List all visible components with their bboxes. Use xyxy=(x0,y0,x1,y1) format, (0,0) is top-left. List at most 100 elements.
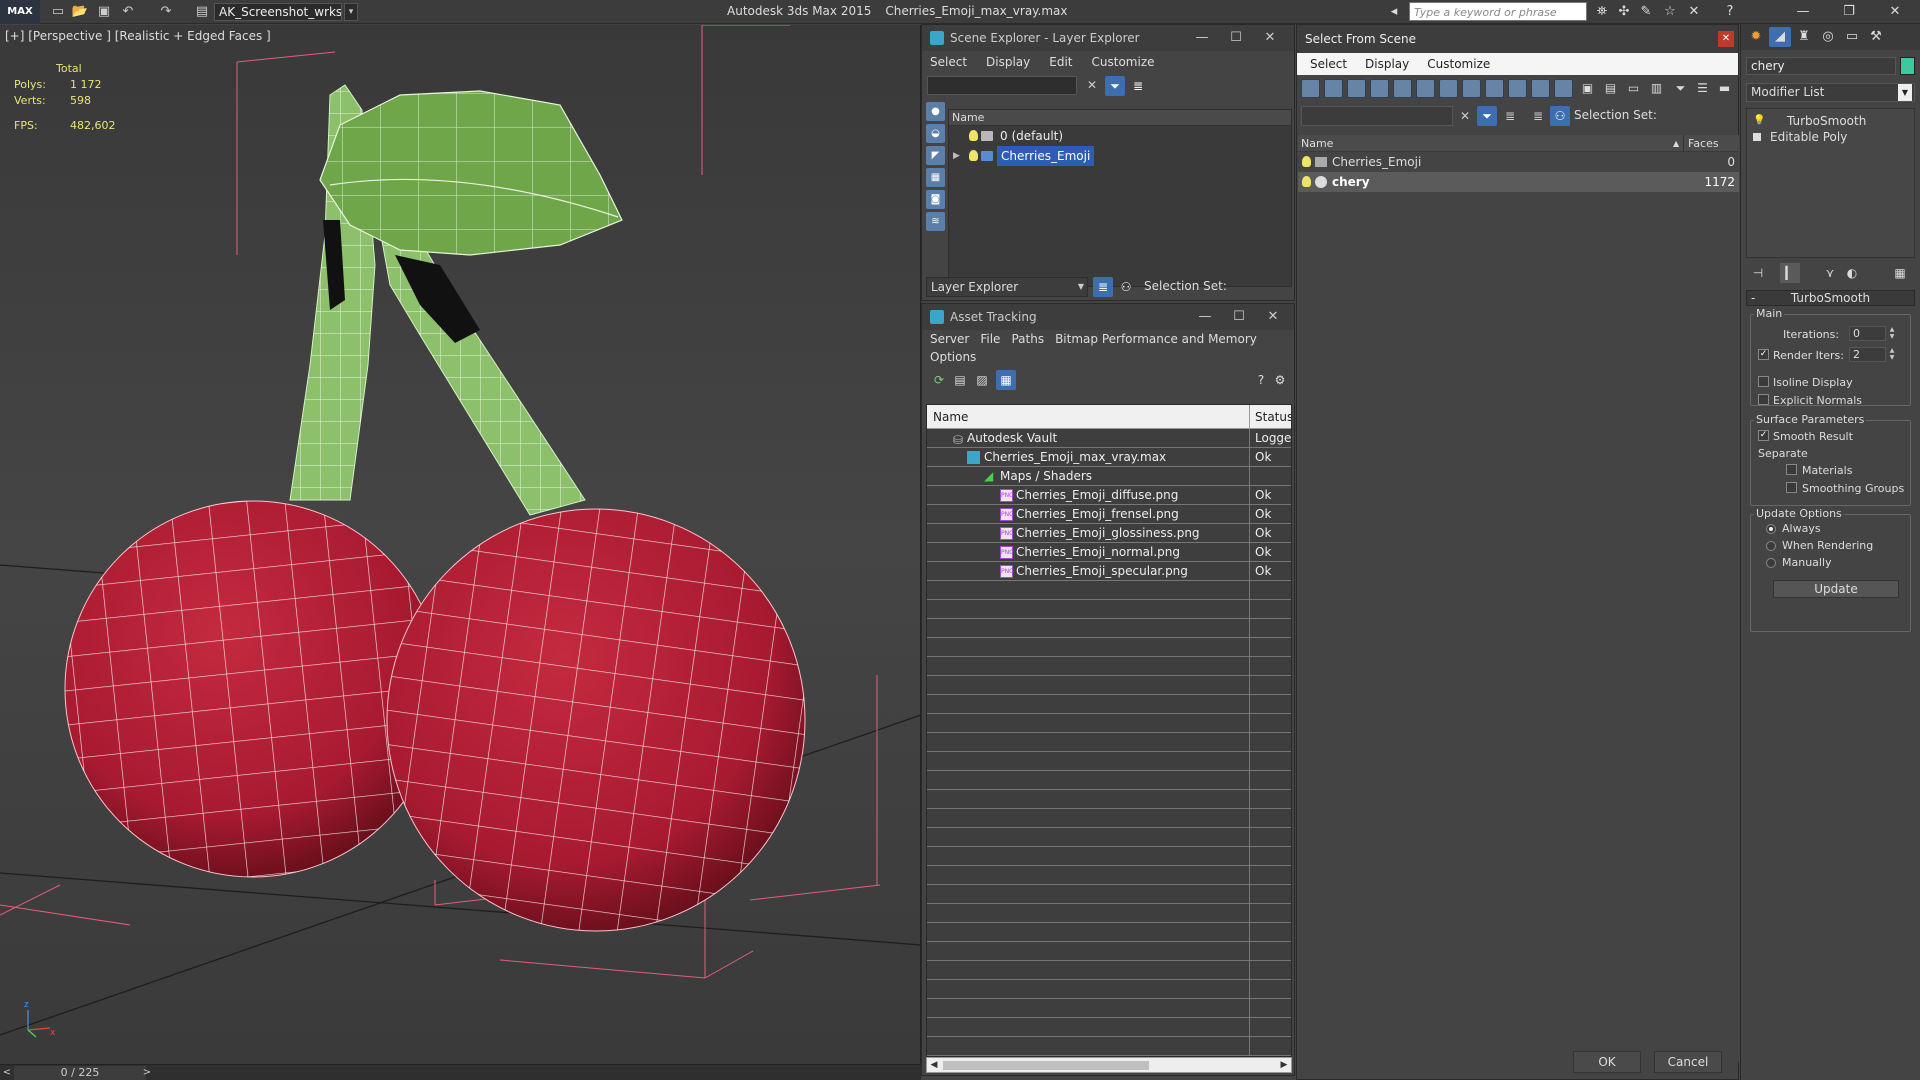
at-status-column[interactable]: Status xyxy=(1249,405,1291,429)
utilities-tab-icon[interactable]: ⚒ xyxy=(1865,27,1887,47)
asset-horizontal-scrollbar[interactable]: ◀ ▶ xyxy=(926,1057,1292,1073)
search-input[interactable]: Type a keyword or phrase xyxy=(1409,2,1587,21)
layer-explorer-titlebar[interactable]: Scene Explorer - Layer Explorer — ☐ ✕ xyxy=(922,25,1294,51)
motion-tab-icon[interactable]: ◎ xyxy=(1817,27,1839,47)
asset-row[interactable]: PNG Cherries_Emoji_glossiness.png Ok xyxy=(927,524,1291,543)
ss-layers-icon[interactable]: ≣ xyxy=(1500,106,1520,126)
ss-filter-toggle-icon[interactable]: ⏷ xyxy=(1477,106,1497,126)
update-when-rendering-radio[interactable] xyxy=(1766,541,1776,551)
hierarchy-icon[interactable]: ⚇ xyxy=(1116,277,1136,297)
hierarchy-tab-icon[interactable]: ♜ xyxy=(1793,27,1815,47)
modifier-list-select[interactable]: Modifier List ▼ xyxy=(1746,83,1915,102)
at-help-icon[interactable]: ? xyxy=(1251,370,1271,390)
light-bulb-icon[interactable] xyxy=(1302,156,1311,167)
exchange-icon[interactable]: ✕ xyxy=(1684,3,1704,21)
close-icon[interactable]: ✕ xyxy=(1876,0,1914,24)
light-bulb-icon[interactable] xyxy=(969,150,978,161)
cancel-button[interactable]: Cancel xyxy=(1654,1051,1722,1073)
asset-row[interactable]: PNG Cherries_Emoji_normal.png Ok xyxy=(927,543,1291,562)
rollout-header[interactable]: - TurboSmooth xyxy=(1746,290,1915,306)
ss-close-icon[interactable]: ✕ xyxy=(1718,31,1734,47)
display-geometry-icon[interactable] xyxy=(1301,79,1320,98)
favorites-star-icon[interactable]: ☆ xyxy=(1660,3,1680,21)
scrollbar-thumb[interactable] xyxy=(943,1061,1149,1070)
layer-row-default[interactable]: 0 (default) xyxy=(949,126,1291,146)
display-helpers-icon[interactable] xyxy=(1393,79,1412,98)
time-next-button[interactable]: > xyxy=(140,1065,154,1080)
app-logo[interactable]: MAX xyxy=(0,0,40,24)
le-display-shapes-icon[interactable]: ◒ xyxy=(926,124,945,143)
iterations-spinner-arrows[interactable]: ▲ ▼ xyxy=(1887,326,1897,341)
create-tab-icon[interactable]: ✹ xyxy=(1745,27,1767,47)
save-file-icon[interactable]: ▣ xyxy=(94,3,114,21)
filter-icon[interactable]: ⏷ xyxy=(1672,79,1689,98)
collapse-rollout-icon[interactable]: - xyxy=(1751,291,1755,305)
list-view-icon[interactable]: ▤ xyxy=(950,370,970,390)
workspace-dropdown-icon[interactable]: ▾ xyxy=(344,3,358,21)
le-close-icon[interactable]: ✕ xyxy=(1248,25,1292,51)
display-spacewarps-icon[interactable] xyxy=(1416,79,1435,98)
select-all-icon[interactable]: ▤ xyxy=(1602,79,1619,98)
ss-object-row[interactable]: chery 1172 xyxy=(1298,172,1739,192)
ss-hierarchy-icon[interactable]: ⚇ xyxy=(1550,106,1570,126)
arrow-left-icon[interactable]: ◂ xyxy=(1384,3,1404,21)
le-display-cameras-icon[interactable]: ▦ xyxy=(926,168,945,187)
pin-stack-icon[interactable]: ⊣ xyxy=(1748,263,1768,283)
select-none-icon[interactable]: ▭ xyxy=(1625,79,1642,98)
asset-row[interactable]: PNG Cherries_Emoji_specular.png Ok xyxy=(927,562,1291,581)
ss-object-row[interactable]: Cherries_Emoji 0 xyxy=(1298,152,1739,172)
ss-menu-select[interactable]: Select xyxy=(1310,57,1347,71)
at-menu-server[interactable]: Server xyxy=(930,332,969,346)
ss-menu-display[interactable]: Display xyxy=(1365,57,1409,71)
le-filter-icon[interactable]: ⏷ xyxy=(1105,76,1125,96)
display-cameras-icon[interactable] xyxy=(1370,79,1389,98)
display-bones-icon[interactable] xyxy=(1485,79,1504,98)
display-lights-icon[interactable] xyxy=(1347,79,1366,98)
le-name-column[interactable]: Name xyxy=(949,110,1291,126)
collapse-icon[interactable]: ▬ xyxy=(1716,79,1733,98)
table-view-icon[interactable]: ▦ xyxy=(996,370,1016,390)
at-settings-icon[interactable]: ⚙ xyxy=(1270,370,1290,390)
asset-row[interactable]: ◢ Maps / Shaders xyxy=(927,467,1291,486)
render-iters-checkbox[interactable]: ✓ xyxy=(1758,349,1769,360)
at-menu-bitmap[interactable]: Bitmap Performance and Memory xyxy=(1055,332,1257,346)
asset-row[interactable]: PNG Cherries_Emoji_frensel.png Ok xyxy=(927,505,1291,524)
display-all-icon[interactable]: ▣ xyxy=(1579,79,1596,98)
stack-item-turbosmooth[interactable]: 💡 TurboSmooth xyxy=(1747,113,1914,129)
binoculars-icon[interactable]: ⛯ xyxy=(1592,3,1612,21)
project-folder-icon[interactable]: ▤ xyxy=(192,3,212,21)
le-display-lights-icon[interactable]: ◤ xyxy=(926,146,945,165)
remove-modifier-icon[interactable]: ◐ xyxy=(1842,263,1862,283)
ss-sort-layer-icon[interactable]: ≣ xyxy=(1528,106,1548,126)
stack-item-editable-poly[interactable]: Editable Poly xyxy=(1747,129,1914,145)
asset-row[interactable]: ⛁ Autodesk Vault Logged xyxy=(927,429,1291,448)
le-menu-edit[interactable]: Edit xyxy=(1049,55,1072,69)
isoline-display-checkbox[interactable] xyxy=(1758,376,1769,387)
time-slider[interactable]: < 0 / 225 > xyxy=(0,1064,921,1080)
at-close-icon[interactable]: ✕ xyxy=(1251,304,1295,330)
display-tab-icon[interactable]: ▭ xyxy=(1841,27,1863,47)
render-iters-spinner[interactable]: 2 xyxy=(1849,347,1886,362)
hierarchy-list-icon[interactable]: ☰ xyxy=(1694,79,1711,98)
le-display-helpers-icon[interactable]: ◙ xyxy=(926,190,945,209)
object-name-input[interactable]: chery xyxy=(1746,57,1896,75)
display-containers-icon[interactable] xyxy=(1508,79,1527,98)
ss-menu-customize[interactable]: Customize xyxy=(1427,57,1490,71)
thumbnail-view-icon[interactable]: ▨ xyxy=(972,370,992,390)
expand-arrow-icon[interactable]: ▶ xyxy=(953,146,960,166)
scroll-right-icon[interactable]: ▶ xyxy=(1277,1058,1291,1072)
layer-row-cherries-emoji[interactable]: ▶ Cherries_Emoji xyxy=(949,146,1291,166)
time-slider-thumb[interactable]: 0 / 225 xyxy=(14,1066,146,1080)
le-menu-customize[interactable]: Customize xyxy=(1092,55,1155,69)
le-menu-select[interactable]: Select xyxy=(930,55,967,69)
restore-icon[interactable]: ❐ xyxy=(1830,0,1868,24)
asset-row[interactable]: PNG Cherries_Emoji_diffuse.png Ok xyxy=(927,486,1291,505)
render-iters-spinner-arrows[interactable]: ▲ ▼ xyxy=(1887,347,1897,362)
display-shapes-icon[interactable] xyxy=(1324,79,1343,98)
display-groups-icon[interactable] xyxy=(1439,79,1458,98)
time-prev-button[interactable]: < xyxy=(0,1065,14,1080)
light-bulb-icon[interactable] xyxy=(1302,176,1311,187)
viewport-label[interactable]: [+] [Perspective ] [Realistic + Edged Fa… xyxy=(5,29,271,43)
minimize-icon[interactable]: — xyxy=(1784,0,1822,24)
update-button[interactable]: Update xyxy=(1773,580,1899,598)
